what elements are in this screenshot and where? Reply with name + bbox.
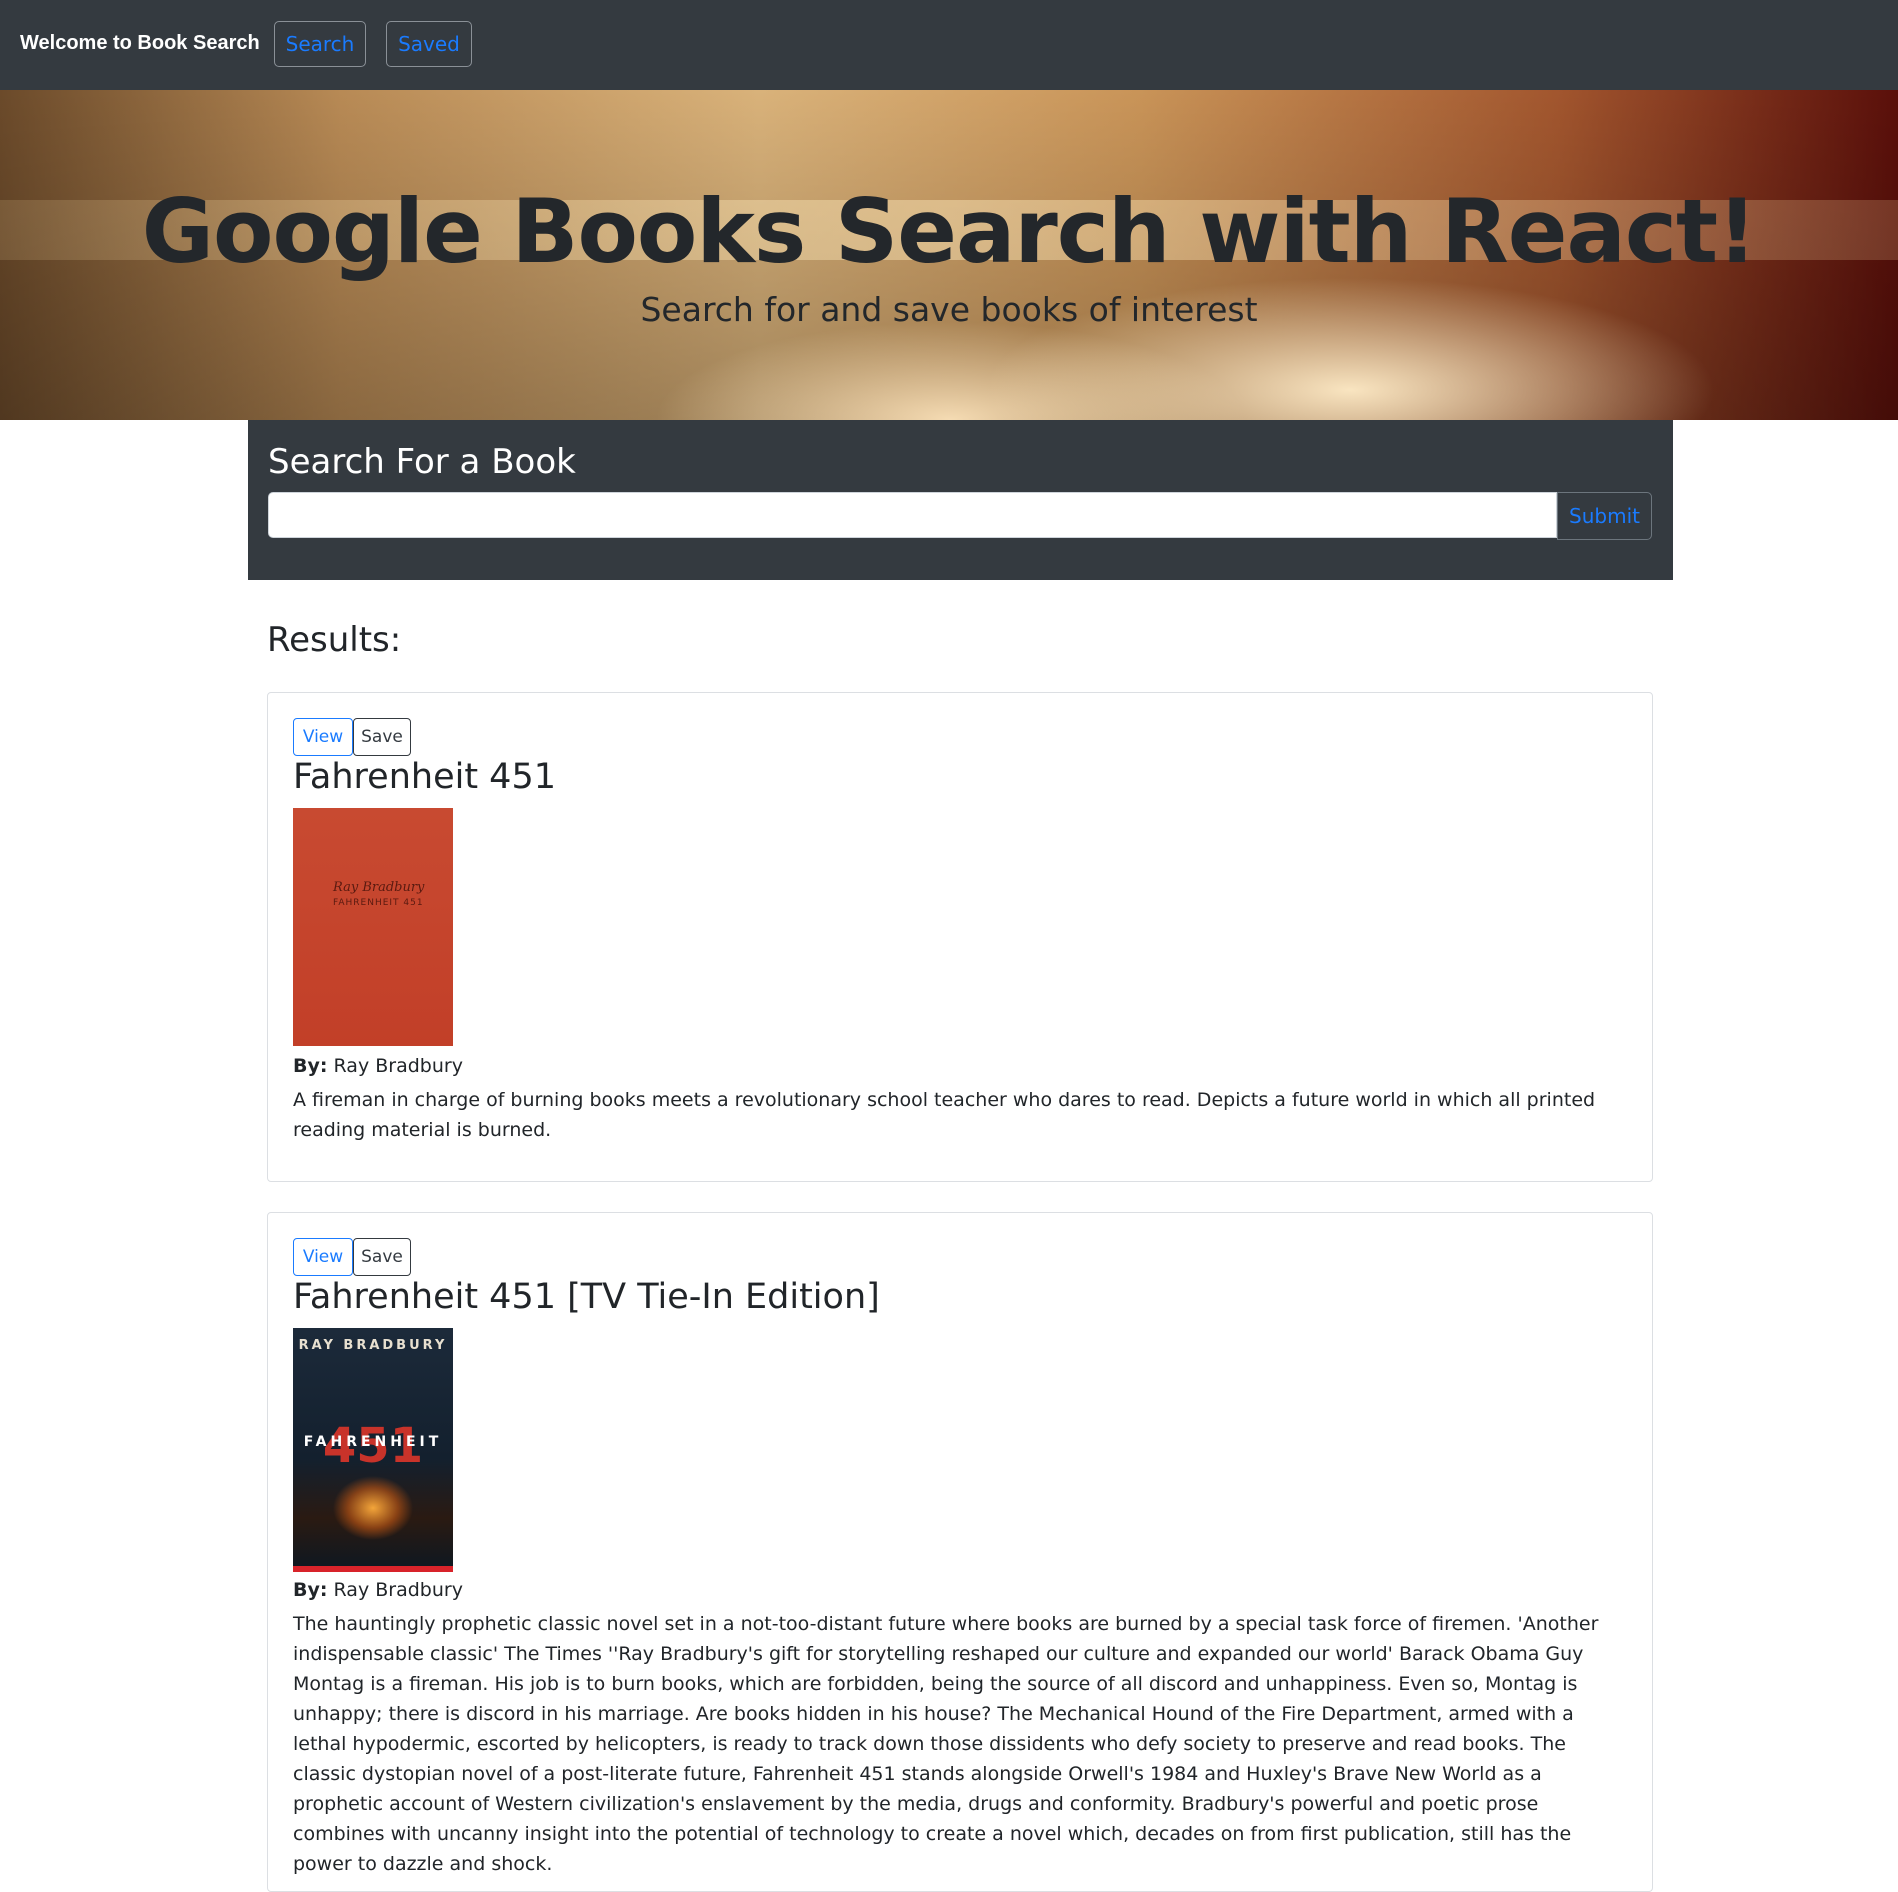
view-button[interactable]: View [293, 1238, 353, 1276]
navbar-brand[interactable]: Welcome to Book Search [20, 32, 260, 55]
card-actions: View Save [293, 718, 411, 756]
by-label: By: [293, 1579, 328, 1601]
cover-title-text: FAHRENHEIT [303, 1434, 443, 1450]
book-title: Fahrenheit 451 [TV Tie-In Edition] [293, 1277, 880, 1317]
nav-search-button[interactable]: Search [274, 21, 366, 67]
book-author: Ray Bradbury [333, 1055, 463, 1077]
hero-subtitle: Search for and save books of interest [640, 290, 1258, 329]
cover-author-text: Ray Bradbury [333, 880, 425, 895]
hero-banner: Google Books Search with React! Search f… [0, 90, 1898, 420]
cover-author-text: RAY BRADBURY [298, 1338, 448, 1353]
by-label: By: [293, 1055, 328, 1077]
search-heading: Search For a Book [268, 442, 576, 482]
save-button[interactable]: Save [353, 718, 411, 756]
book-description: The hauntingly prophetic classic novel s… [293, 1613, 1599, 1875]
view-button[interactable]: View [293, 718, 353, 756]
save-button[interactable]: Save [353, 1238, 411, 1276]
book-author-line: By: Ray Bradbury [293, 1055, 463, 1077]
result-card: View Save Fahrenheit 451 Ray Bradbury FA… [267, 692, 1653, 1182]
hero-title: Google Books Search with React! [141, 180, 1757, 283]
book-cover-image: RAY BRADBURY 451 FAHRENHEIT [293, 1328, 453, 1572]
search-input[interactable] [268, 492, 1557, 538]
result-card: View Save Fahrenheit 451 [TV Tie-In Edit… [267, 1212, 1653, 1892]
card-actions: View Save [293, 1238, 411, 1276]
book-description: A fireman in charge of burning books mee… [293, 1089, 1596, 1141]
results-heading: Results: [267, 620, 402, 660]
book-title: Fahrenheit 451 [293, 757, 556, 797]
book-cover-image: Ray Bradbury FAHRENHEIT 451 [293, 808, 453, 1046]
submit-button[interactable]: Submit [1557, 492, 1652, 540]
cover-title-text: FAHRENHEIT 451 [333, 898, 424, 908]
search-panel: Search For a Book Submit [248, 420, 1673, 580]
navbar: Welcome to Book Search Search Saved [0, 0, 1898, 90]
book-author-line: By: Ray Bradbury [293, 1579, 463, 1601]
nav-saved-button[interactable]: Saved [386, 21, 472, 67]
book-author: Ray Bradbury [333, 1579, 463, 1601]
